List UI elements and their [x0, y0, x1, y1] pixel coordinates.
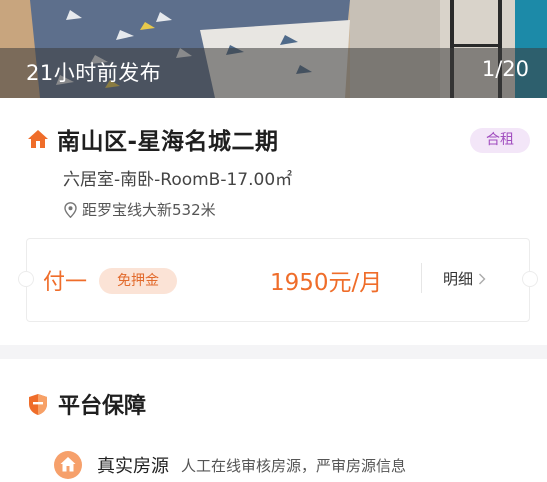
- rent-type-badge: 合租: [470, 128, 530, 153]
- listing-title: 南山区-星海名城二期: [57, 129, 279, 155]
- location-text: 距罗宝线大新532米: [82, 201, 216, 219]
- card-notch-left: [18, 271, 34, 287]
- deposit-badge: 免押金: [99, 268, 177, 294]
- payment-type: 付一: [43, 270, 88, 295]
- monthly-price: 1950元/月: [270, 270, 383, 296]
- guarantee-header: 平台保障: [28, 388, 146, 420]
- listing-photo[interactable]: 21小时前发布 1/20: [0, 0, 547, 98]
- location-row[interactable]: 距罗宝线大新532米: [64, 199, 216, 220]
- chevron-right-icon: [479, 273, 486, 284]
- guarantee-title: 平台保障: [58, 394, 147, 419]
- room-spec: 六居室-南卧-RoomB-17.00㎡: [63, 170, 293, 190]
- guarantee-item-name: 真实房源: [97, 456, 169, 477]
- house-circle-icon: [54, 451, 82, 479]
- pin-icon: [64, 201, 77, 218]
- house-icon: [28, 130, 48, 148]
- shield-icon: [29, 393, 47, 415]
- price-divider: [421, 263, 422, 293]
- posted-time: 21小时前发布: [26, 61, 162, 85]
- price-detail-link[interactable]: 明细: [443, 268, 486, 289]
- photo-counter: 1/20: [481, 57, 529, 81]
- price-detail-label: 明细: [443, 270, 474, 288]
- guarantee-item: 真实房源 人工在线审核房源，严审房源信息: [53, 450, 406, 480]
- guarantee-item-desc: 人工在线审核房源，严审房源信息: [181, 456, 407, 475]
- section-separator: [0, 345, 547, 359]
- listing-title-row: 南山区-星海名城二期: [27, 122, 279, 156]
- card-notch-right: [522, 271, 538, 287]
